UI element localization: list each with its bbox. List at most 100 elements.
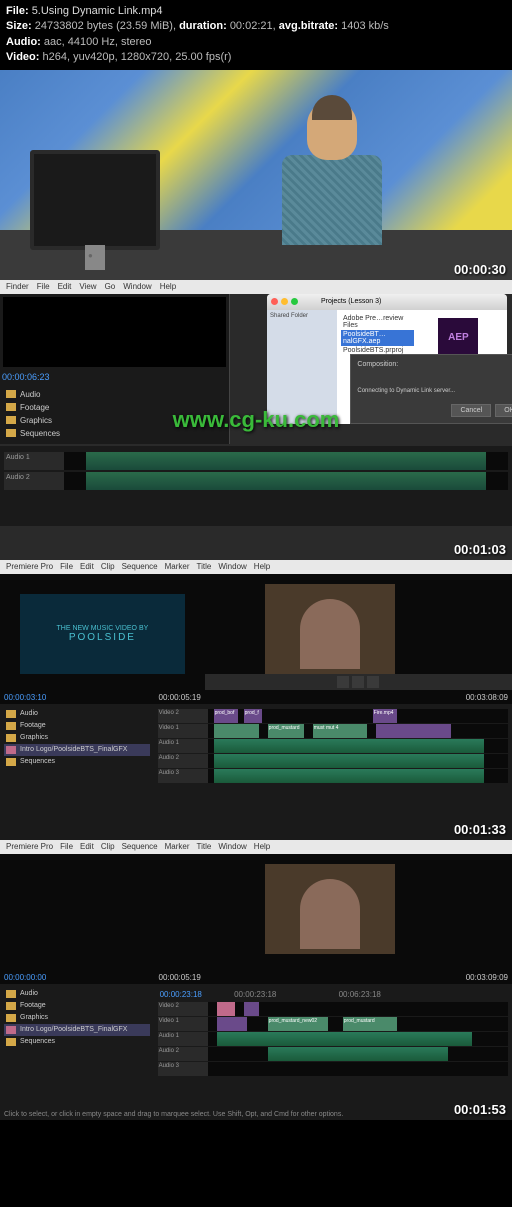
track-a1[interactable]: Audio 1 <box>158 1032 208 1046</box>
menu-help[interactable]: Help <box>254 562 270 572</box>
file-row-0[interactable]: Adobe Pre…review Files <box>341 314 414 330</box>
timeline-panel[interactable]: Video 2 prod_bof prod_f Fire.mp4 Video 1… <box>154 704 512 824</box>
bin-audio[interactable]: Audio <box>4 388 225 401</box>
audio-clip[interactable] <box>214 739 484 753</box>
bin-audio[interactable]: Audio <box>4 708 150 720</box>
ok-button[interactable]: OK <box>495 404 512 417</box>
source-dur: 00:00:05:19 <box>159 693 201 702</box>
menu-app[interactable]: Premiere Pro <box>6 842 53 852</box>
bin-sequences[interactable]: Sequences <box>4 1036 150 1048</box>
timeline-clip[interactable]: prod_mustard_new02 <box>268 1017 328 1031</box>
menu-app[interactable]: Premiere Pro <box>6 562 53 572</box>
menu-file[interactable]: File <box>60 562 73 572</box>
source-monitor[interactable]: 00:00:00:00 00:00:05:19 <box>0 854 205 984</box>
menu-marker[interactable]: Marker <box>165 842 190 852</box>
track-v2[interactable]: Video 2 <box>158 1002 208 1016</box>
finder-title: Projects (Lesson 3) <box>321 298 381 305</box>
bin-sequences[interactable]: Sequences <box>4 756 150 768</box>
dialog-status: Connecting to Dynamic Link server... <box>357 388 512 394</box>
premiere-menubar[interactable]: Premiere Pro File Edit Clip Sequence Mar… <box>0 560 512 574</box>
timeline-clip[interactable] <box>217 1002 235 1016</box>
timeline-clip[interactable]: prod_bof <box>214 709 238 723</box>
timeline-clip[interactable] <box>244 1002 259 1016</box>
cancel-button[interactable]: Cancel <box>451 404 491 417</box>
finder-titlebar[interactable]: Projects (Lesson 3) <box>267 294 507 310</box>
timeline-clip[interactable]: prod_f <box>244 709 262 723</box>
timeline-clip[interactable] <box>217 1017 247 1031</box>
import-ae-dialog[interactable]: Composition: Connecting to Dynamic Link … <box>350 354 512 424</box>
audio-clip[interactable] <box>268 1047 448 1061</box>
audio-clip[interactable] <box>86 452 486 470</box>
audio-clip[interactable] <box>214 754 484 768</box>
close-icon[interactable] <box>271 298 278 305</box>
source-video: THE NEW MUSIC VIDEO BY POOLSIDE <box>20 594 185 674</box>
track-header-audio2[interactable]: Audio 2 <box>4 472 64 490</box>
file-row-1[interactable]: PoolsideBT…nalGFX.aep <box>341 330 414 346</box>
menu-title[interactable]: Title <box>197 562 212 572</box>
menu-title[interactable]: Title <box>197 842 212 852</box>
play-button[interactable] <box>337 676 349 688</box>
bin-audio[interactable]: Audio <box>4 988 150 1000</box>
track-a2[interactable]: Audio 2 <box>158 1047 208 1061</box>
timeline-clip[interactable]: prod_mustard <box>343 1017 397 1031</box>
menu-go[interactable]: Go <box>105 282 116 292</box>
menu-window[interactable]: Window <box>123 282 151 292</box>
track-v1[interactable]: Video 1 <box>158 1017 208 1031</box>
bin-intro-logo[interactable]: Intro Logo/PoolsideBTS_FinalGFX <box>4 1024 150 1036</box>
menu-help[interactable]: Help <box>160 282 176 292</box>
menu-clip[interactable]: Clip <box>101 562 115 572</box>
program-monitor[interactable]: 00:03:08:09 <box>205 574 512 704</box>
bin-graphics[interactable]: Graphics <box>4 732 150 744</box>
menu-edit[interactable]: Edit <box>80 562 94 572</box>
menu-help[interactable]: Help <box>254 842 270 852</box>
timeline-clip[interactable]: must mut 4 <box>313 724 367 738</box>
source-timecode: 00:00:06:23 <box>0 370 229 384</box>
bin-graphics[interactable]: Graphics <box>4 1012 150 1024</box>
menu-sequence[interactable]: Sequence <box>122 562 158 572</box>
track-a3[interactable]: Audio 3 <box>158 769 208 783</box>
sidebar-shared[interactable]: Shared Folder <box>270 313 334 319</box>
timeline-clip[interactable] <box>214 724 259 738</box>
audio-clip[interactable] <box>214 769 484 783</box>
track-v2[interactable]: Video 2 <box>158 709 208 723</box>
menu-edit[interactable]: Edit <box>58 282 72 292</box>
menu-sequence[interactable]: Sequence <box>122 842 158 852</box>
timeline-clip[interactable]: prod_mustard <box>268 724 304 738</box>
premiere-menubar[interactable]: Premiere Pro File Edit Clip Sequence Mar… <box>0 840 512 854</box>
menu-file[interactable]: File <box>60 842 73 852</box>
track-a3[interactable]: Audio 3 <box>158 1062 208 1076</box>
menu-file[interactable]: File <box>37 282 50 292</box>
bin-footage[interactable]: Footage <box>4 1000 150 1012</box>
step-fwd-button[interactable] <box>367 676 379 688</box>
audio-clip[interactable] <box>86 472 486 490</box>
track-v1[interactable]: Video 1 <box>158 724 208 738</box>
bin-footage[interactable]: Footage <box>4 720 150 732</box>
menu-window[interactable]: Window <box>218 842 246 852</box>
minimize-icon[interactable] <box>281 298 288 305</box>
timeline-clip[interactable]: Fire.mp4 <box>373 709 397 723</box>
video-frame-2: Finder File Edit View Go Window Help 00:… <box>0 280 512 560</box>
source-monitor[interactable] <box>3 297 226 367</box>
track-header-audio1[interactable]: Audio 1 <box>4 452 64 470</box>
project-panel[interactable]: Audio Footage Graphics Intro Logo/Poolsi… <box>0 704 154 824</box>
timeline-panel[interactable]: 00:00:23:18 00:00:23:18 00:06:23:18 Vide… <box>154 984 512 1104</box>
bin-intro-logo[interactable]: Intro Logo/PoolsideBTS_FinalGFX <box>4 744 150 756</box>
menu-edit[interactable]: Edit <box>80 842 94 852</box>
zoom-icon[interactable] <box>291 298 298 305</box>
source-monitor[interactable]: THE NEW MUSIC VIDEO BY POOLSIDE 00:00:03… <box>0 574 205 704</box>
finder-menubar[interactable]: Finder File Edit View Go Window Help <box>0 280 512 294</box>
menu-view[interactable]: View <box>79 282 96 292</box>
timeline-panel[interactable]: Audio 1 Audio 2 <box>0 446 512 526</box>
menu-marker[interactable]: Marker <box>165 562 190 572</box>
program-monitor[interactable]: 00:03:09:09 <box>205 854 512 984</box>
timeline-clip[interactable] <box>376 724 451 738</box>
step-back-button[interactable] <box>352 676 364 688</box>
audio-clip[interactable] <box>217 1032 472 1046</box>
project-panel[interactable]: Audio Footage Graphics Intro Logo/Poolsi… <box>0 984 154 1104</box>
menu-clip[interactable]: Clip <box>101 842 115 852</box>
track-a2[interactable]: Audio 2 <box>158 754 208 768</box>
track-a1[interactable]: Audio 1 <box>158 739 208 753</box>
menu-finder[interactable]: Finder <box>6 282 29 292</box>
menu-window[interactable]: Window <box>218 562 246 572</box>
program-controls[interactable] <box>205 674 512 690</box>
